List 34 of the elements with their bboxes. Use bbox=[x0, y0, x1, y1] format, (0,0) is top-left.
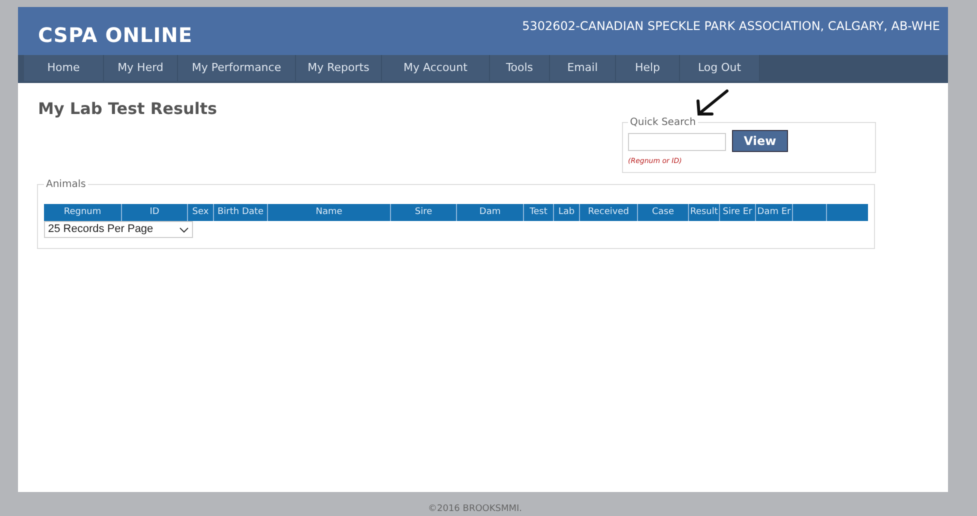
nav-link[interactable]: Email bbox=[550, 55, 616, 81]
account-name: 5302602-CANADIAN SPECKLE PARK ASSOCIATION, CALGARY, AB-WHE bbox=[522, 18, 940, 35]
column-header: Lab bbox=[554, 204, 580, 221]
column-header: Sire Er bbox=[720, 204, 756, 221]
nav-link[interactable]: Log Out bbox=[680, 55, 760, 81]
nav-link[interactable]: My Reports bbox=[296, 55, 382, 81]
nav-link[interactable]: My Performance bbox=[178, 55, 296, 81]
page-title: My Lab Test Results bbox=[38, 98, 218, 120]
column-header: Case bbox=[638, 204, 689, 221]
column-header: Birth Date bbox=[214, 204, 268, 221]
column-header: Dam bbox=[457, 204, 524, 221]
arrow-icon bbox=[694, 89, 730, 117]
nav-link[interactable]: Help bbox=[616, 55, 680, 81]
column-header: Name bbox=[268, 204, 391, 221]
page-size-select[interactable]: 25 Records Per Page bbox=[44, 221, 193, 238]
chevron-down-icon bbox=[179, 226, 189, 232]
column-header: Result bbox=[689, 204, 720, 221]
footer-text: ©2016 BROOKSMMI. bbox=[428, 503, 522, 516]
column-header: Sex bbox=[188, 204, 214, 221]
quick-search-legend: Quick Search bbox=[628, 115, 698, 130]
nav-link[interactable]: My Herd bbox=[104, 55, 178, 81]
column-header: Received bbox=[580, 204, 638, 221]
search-field[interactable] bbox=[628, 133, 726, 151]
nav-link[interactable]: Tools bbox=[490, 55, 550, 81]
site-logo[interactable]: CSPA ONLINE bbox=[38, 20, 193, 50]
column-header: ID bbox=[122, 204, 188, 221]
column-header: Dam Er bbox=[756, 204, 793, 221]
nav-link[interactable]: My Account bbox=[382, 55, 490, 81]
animals-legend: Animals bbox=[44, 177, 88, 192]
nav-link[interactable]: Home bbox=[24, 55, 104, 81]
column-header: Regnum bbox=[44, 204, 122, 221]
column-header: Test bbox=[524, 204, 554, 221]
column-header: Sire bbox=[391, 204, 457, 221]
view-button[interactable]: View bbox=[732, 130, 788, 152]
